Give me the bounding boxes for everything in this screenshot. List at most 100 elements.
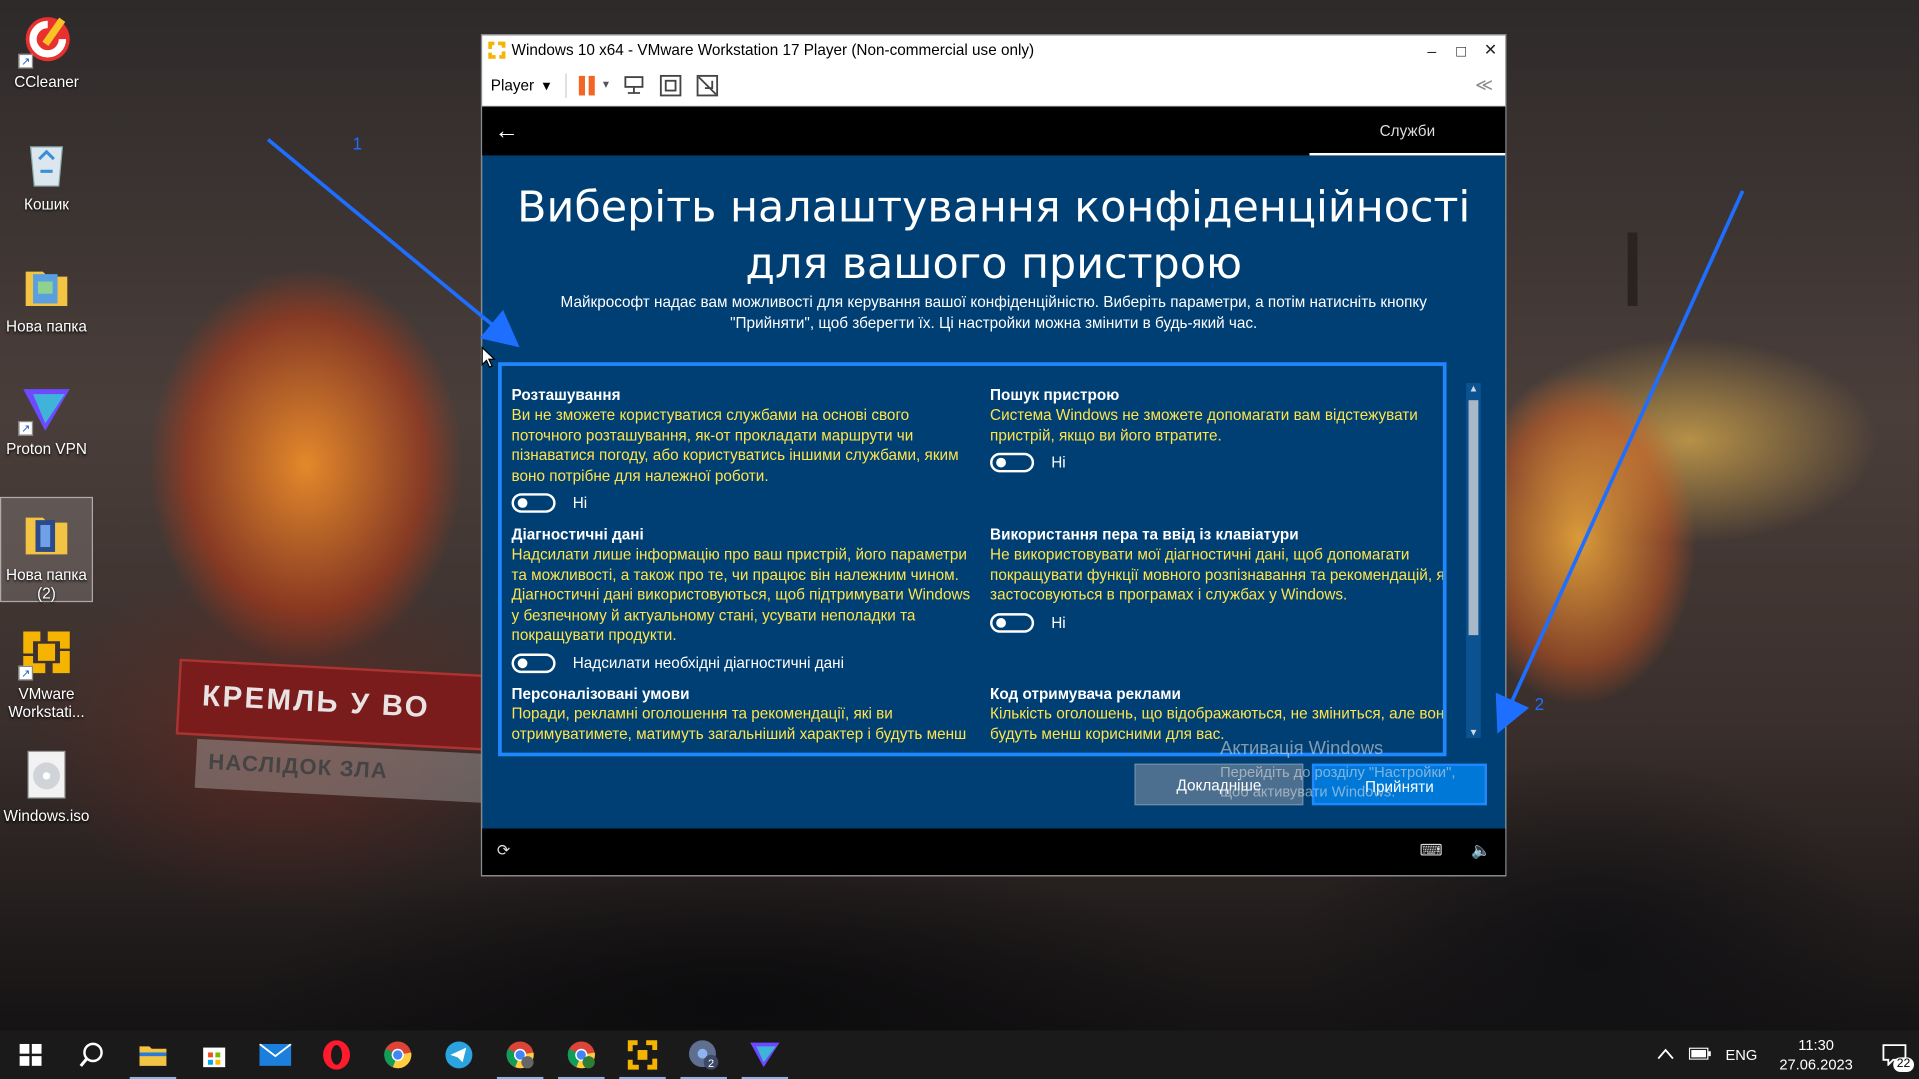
chrome-2-icon: 2 [688, 1040, 719, 1070]
system-tray: ENG 11:30 27.06.2023 22 [1657, 1030, 1919, 1079]
vmware-toolbar: Player ▾ ▾ ≪ [482, 65, 1506, 107]
page-subtitle: Майкрософт надає вам можливості для керу… [560, 293, 1427, 332]
mouse-cursor-icon [481, 346, 496, 368]
chevron-down-icon: ▾ [602, 78, 610, 92]
inking-toggle[interactable] [990, 612, 1035, 633]
setting-description: Система Windows не зможете допомагати ва… [990, 406, 1418, 444]
scroll-up-icon[interactable]: ▲ [1466, 383, 1481, 394]
oobe-header: ← Служби [482, 106, 1506, 156]
desktop-icon-vmware[interactable]: ↗ VMware Workstati... [0, 617, 93, 725]
settings-scrollbar[interactable]: ▲ ▼ [1466, 383, 1481, 738]
recycle-bin-icon [18, 135, 74, 191]
setting-description: Ви не зможете користуватися службами на … [511, 406, 959, 485]
setting-advertising-id: Код отримувача реклами Кількість оголоше… [990, 684, 1443, 744]
setting-title: Пошук пристрою [990, 386, 1120, 404]
vmware-player-window[interactable]: Windows 10 x64 - VMware Workstation 17 P… [480, 34, 1507, 877]
desktop-icon-recycle-bin[interactable]: Кошик [0, 127, 93, 235]
desktop-icon-windows-iso[interactable]: Windows.iso [0, 739, 93, 847]
vmware-icon [627, 1040, 658, 1070]
notifications-button[interactable]: 22 [1870, 1030, 1919, 1079]
proton-vpn-icon [750, 1042, 780, 1068]
pause-icon [578, 75, 585, 95]
toolbar-divider [564, 72, 567, 98]
taskbar-vmware[interactable] [612, 1030, 673, 1079]
chevron-down-icon: ▾ [542, 77, 551, 95]
location-toggle[interactable] [511, 493, 556, 513]
taskbar-chrome[interactable] [367, 1030, 428, 1079]
taskbar-chrome-profile-j[interactable] [551, 1030, 612, 1079]
refresh-icon[interactable]: ⟳ [497, 841, 510, 861]
close-button[interactable]: ✕ [1476, 40, 1505, 60]
taskbar-mail[interactable] [245, 1030, 306, 1079]
find-device-toggle[interactable] [990, 452, 1035, 473]
desktop-icon-proton-vpn[interactable]: ↗ Proton VPN [0, 372, 93, 480]
toggle-label: Надсилати необхідні діагностичні дані [572, 654, 845, 672]
folder-icon [18, 505, 74, 561]
unity-button[interactable] [695, 73, 719, 97]
send-ctrl-alt-del-button[interactable] [621, 73, 645, 97]
wallpaper-tower [1627, 232, 1638, 306]
scroll-down-icon[interactable]: ▼ [1466, 727, 1481, 738]
setting-description: Поради, рекламні оголошення та рекоменда… [511, 704, 967, 743]
window-title: Windows 10 x64 - VMware Workstation 17 P… [511, 41, 1035, 59]
guest-screen[interactable]: ← Служби Виберіть налаштування конфіденц… [482, 106, 1506, 876]
taskbar-proton-vpn[interactable] [734, 1030, 795, 1079]
chevron-up-icon[interactable] [1657, 1046, 1674, 1063]
clock-time: 11:30 [1798, 1036, 1834, 1054]
collapse-toolbar-icon[interactable]: ≪ [1475, 75, 1493, 96]
scrollbar-thumb[interactable] [1468, 400, 1479, 636]
wallpaper-banner: КРЕМЛЬ У ВО [175, 658, 498, 752]
annotation-label-1: 1 [352, 133, 362, 153]
setting-title: Персоналізовані умови [511, 685, 690, 703]
maximize-button[interactable]: □ [1447, 41, 1476, 59]
chrome-c-icon [506, 1041, 534, 1069]
language-indicator[interactable]: ENG [1725, 1046, 1757, 1063]
folder-icon [18, 257, 74, 313]
proton-vpn-icon: ↗ [18, 379, 74, 436]
activation-watermark: Активація Windows Перейдіть до розділу "… [1220, 737, 1456, 801]
setting-title: Розташування [511, 386, 621, 404]
setting-description: Надсилати лише інформацію про ваш пристр… [511, 545, 971, 644]
player-menu[interactable]: Player ▾ [491, 76, 551, 94]
keyboard-icon[interactable]: ⌨ [1420, 841, 1443, 861]
mail-icon [259, 1043, 292, 1066]
tab-services[interactable]: Служби [1309, 106, 1506, 156]
oobe-footer: ⟳ ⌨ 🔈 [482, 828, 1506, 876]
fit-screen-icon [659, 74, 681, 96]
unity-icon [696, 74, 718, 96]
notification-count-badge: 22 [1893, 1057, 1915, 1073]
setting-description: Не використовувати мої діагностичні дані… [990, 545, 1447, 604]
taskbar-file-explorer[interactable] [122, 1030, 183, 1079]
ccleaner-icon: ↗ [18, 12, 74, 69]
speaker-icon[interactable]: 🔈 [1471, 841, 1491, 861]
setting-title: Використання пера та ввід із клавіатури [990, 526, 1299, 544]
desktop-icon-folder[interactable]: Нова папка [0, 250, 93, 358]
clock-date: 27.06.2023 [1779, 1056, 1853, 1074]
taskbar-chrome-profile-c[interactable] [490, 1030, 551, 1079]
minimize-button[interactable]: – [1417, 41, 1446, 59]
taskbar-chrome-2[interactable]: 2 [673, 1030, 734, 1079]
desktop-icon-folder-2[interactable]: Нова папка (2) [0, 496, 94, 603]
desktop-icon-ccleaner[interactable]: ↗ CCleaner [0, 5, 93, 113]
window-titlebar[interactable]: Windows 10 x64 - VMware Workstation 17 P… [482, 35, 1505, 64]
setting-title: Код отримувача реклами [990, 685, 1181, 703]
taskbar-microsoft-store[interactable] [184, 1030, 245, 1079]
pause-button[interactable]: ▾ [578, 75, 609, 95]
start-button[interactable] [0, 1030, 61, 1079]
fit-guest-button[interactable] [658, 73, 682, 97]
diagnostics-toggle[interactable] [511, 652, 556, 673]
vmware-icon [487, 40, 507, 60]
svg-text:2: 2 [708, 1058, 714, 1070]
privacy-settings-panel: Розташування Ви не зможете користуватися… [498, 362, 1447, 757]
chrome-j-icon [567, 1041, 595, 1069]
battery-icon[interactable] [1688, 1046, 1711, 1063]
setting-find-device: Пошук пристрою Система Windows не зможет… [990, 385, 1443, 473]
clock[interactable]: 11:30 27.06.2023 [1779, 1035, 1853, 1074]
toggle-label: Ні [1051, 454, 1066, 472]
back-arrow-icon[interactable]: ← [494, 117, 518, 145]
taskbar-opera[interactable] [306, 1030, 367, 1079]
setting-location: Розташування Ви не зможете користуватися… [511, 385, 979, 513]
taskbar-telegram[interactable] [428, 1030, 489, 1079]
search-button[interactable] [61, 1030, 122, 1079]
vmware-icon: ↗ [18, 624, 74, 681]
